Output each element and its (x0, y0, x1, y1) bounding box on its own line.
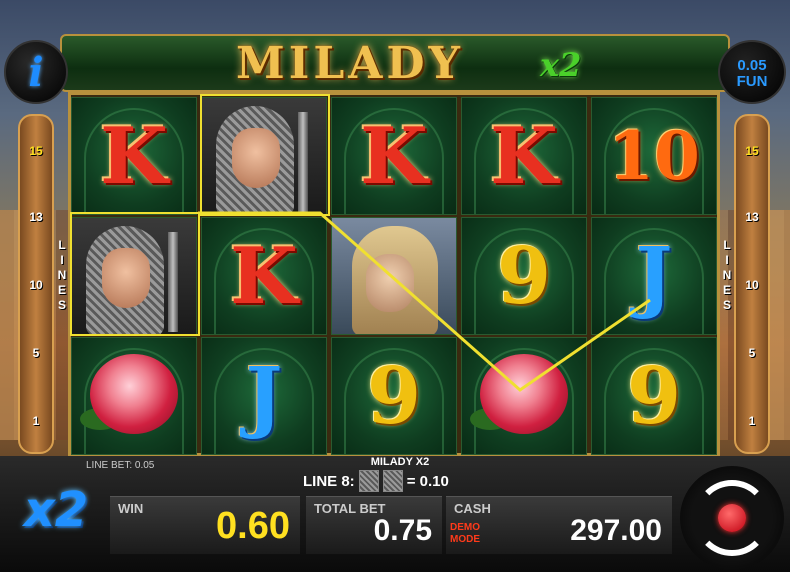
symbol-glyph: K (230, 230, 298, 322)
lady-icon (332, 218, 456, 334)
demo-mode-label: DEMO MODE (450, 522, 480, 545)
reel-symbol-lady (331, 217, 457, 335)
win-panel: WIN 0.60 (110, 496, 300, 554)
knight-icon (202, 98, 326, 214)
reel-symbol-9: 9 (461, 217, 587, 335)
reel-symbol-10: 10 (591, 97, 717, 215)
game-title: MILADY (236, 38, 464, 89)
symbol-glyph: K (360, 110, 428, 202)
right-line-13[interactable]: 13 (736, 210, 768, 224)
symbol-glyph: 10 (608, 117, 700, 195)
symbol-glyph: 9 (496, 230, 552, 322)
knight-mini-icon (358, 470, 379, 492)
reel-symbol-j: J (591, 217, 717, 335)
game-name: MILADY X2 (370, 456, 430, 468)
reel-symbol-k: K (331, 97, 457, 215)
reel-symbol-knight (201, 97, 327, 215)
left-line-13[interactable]: 13 (20, 210, 52, 224)
reels-grid: K K J K 9 K 9 10 J 9 (68, 92, 720, 456)
symbol-glyph: K (490, 110, 558, 202)
title-multiplier: x2 (540, 46, 582, 84)
reel-symbol-rose (71, 337, 197, 455)
right-line-15[interactable]: 15 (736, 144, 768, 158)
symbol-glyph: K (100, 110, 168, 202)
left-line-1[interactable]: 1 (20, 414, 52, 428)
total-bet-panel[interactable]: TOTAL BET 0.75 (306, 496, 442, 554)
reel-symbol-9: 9 (591, 337, 717, 455)
rose-icon (90, 354, 178, 434)
right-line-1[interactable]: 1 (736, 414, 768, 428)
lines-column-right: 15 13 10 5 1 (734, 114, 770, 454)
rose-icon (480, 354, 568, 434)
lines-label-left: LINES (57, 238, 67, 312)
line-win-value: = 0.10 (406, 472, 449, 490)
right-line-10[interactable]: 10 (736, 278, 768, 292)
fun-label: 0.05 FUN (736, 57, 768, 90)
symbol-glyph: J (245, 350, 283, 442)
symbol-glyph: 9 (626, 350, 682, 442)
knight-mini-icon (382, 470, 403, 492)
knight-icon (72, 218, 196, 334)
line-win-info: LINE 8: = 0.10 (303, 470, 449, 492)
lines-column-left: 15 13 10 5 1 (18, 114, 54, 454)
reel-symbol-k: K (201, 217, 327, 335)
win-value: 0.60 (216, 505, 290, 547)
right-line-5[interactable]: 5 (736, 346, 768, 360)
symbol-glyph: 9 (366, 350, 422, 442)
reel-symbol-9: 9 (331, 337, 457, 455)
total-bet-value: 0.75 (373, 514, 432, 547)
info-button[interactable]: i (4, 40, 68, 104)
fun-denomination[interactable]: 0.05 FUN (718, 40, 786, 104)
cash-value: 297.00 (570, 514, 662, 547)
line-win-label: LINE 8: (303, 472, 355, 490)
reel-symbol-k: K (461, 97, 587, 215)
reel-symbol-rose (461, 337, 587, 455)
left-line-5[interactable]: 5 (20, 346, 52, 360)
left-line-15[interactable]: 15 (20, 144, 52, 158)
reel-symbol-k: K (71, 97, 197, 215)
left-line-10[interactable]: 10 (20, 278, 52, 292)
spin-core-icon (718, 504, 746, 532)
multiplier-badge: x2 (23, 482, 89, 538)
symbol-glyph: J (635, 230, 673, 322)
cash-label: CASH (454, 501, 491, 516)
reel-symbol-knight (71, 217, 197, 335)
info-icon: i (28, 48, 44, 96)
spin-button[interactable] (680, 466, 784, 570)
lines-label-right: LINES (722, 238, 732, 312)
reel-symbol-j: J (201, 337, 327, 455)
win-label: WIN (118, 501, 144, 516)
